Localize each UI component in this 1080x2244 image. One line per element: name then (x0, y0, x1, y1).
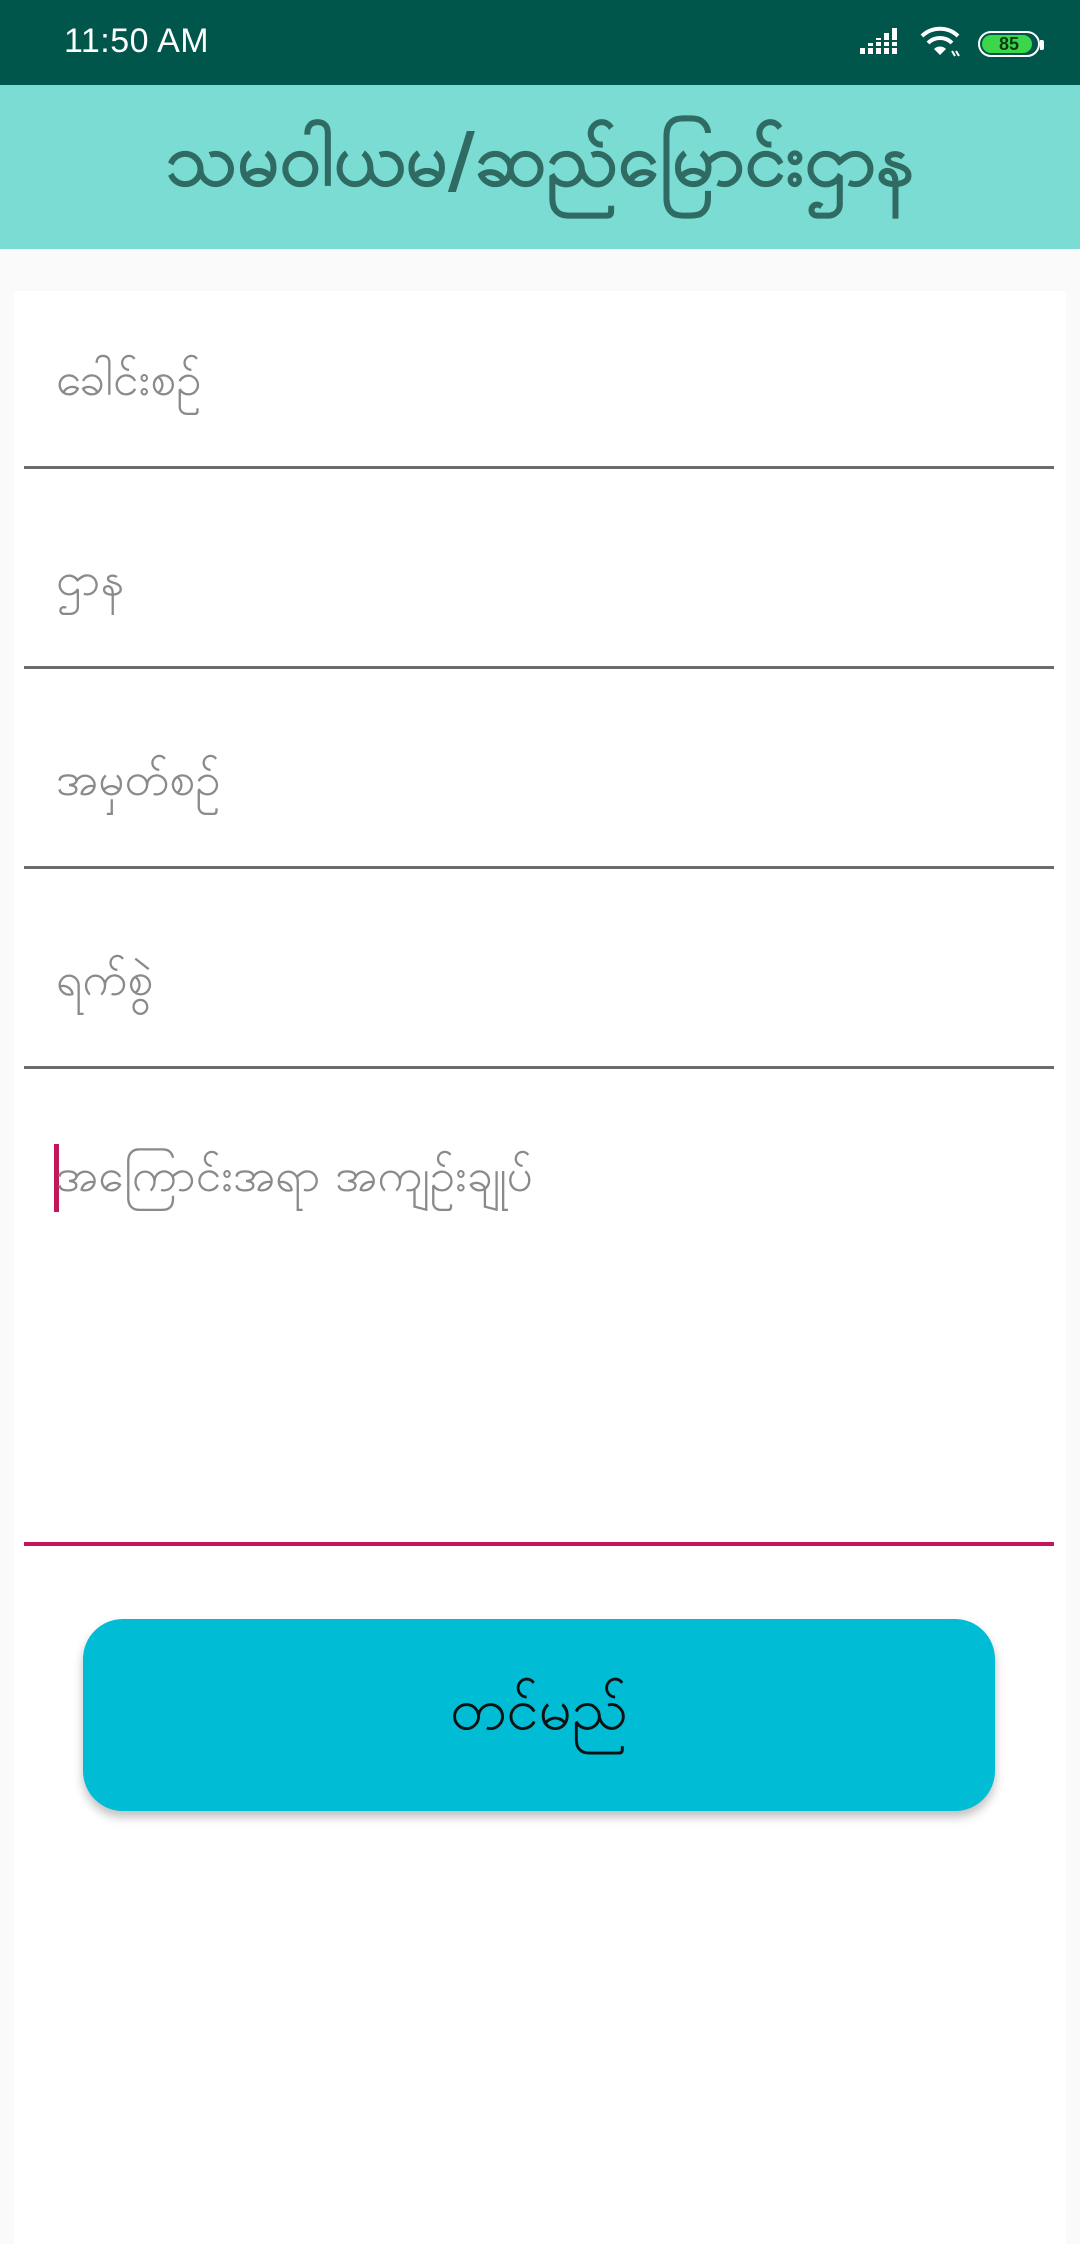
form-card: ခေါင်းစဉ် ဌာန အမှတ်စဉ် ရက်စွဲ အကြောင်းအရ… (14, 291, 1066, 2244)
battery-level: 85 (998, 33, 1020, 54)
submit-button-label: တင်မည် (450, 1674, 628, 1743)
app-header: သမဝါယမ/ဆည်မြောင်းဌာန (0, 85, 1080, 249)
status-bar: 11:50 AM 85 (0, 0, 1080, 85)
battery-icon: 85 (978, 31, 1044, 57)
page-title: သမဝါယမ/ဆည်မြောင်းဌာန (165, 116, 915, 203)
status-time: 11:50 AM (64, 22, 210, 60)
summary-field-placeholder: အကြောင်းအရာ အကျဉ်းချုပ် (56, 1148, 533, 1202)
department-field[interactable]: ဌာန (24, 469, 1054, 669)
signal-icon (858, 26, 902, 62)
summary-field[interactable]: အကြောင်းအရာ အကျဉ်းချုပ် (24, 1069, 1054, 1546)
serial-number-field[interactable]: အမှတ်စဉ် (24, 669, 1054, 869)
wifi-icon (918, 25, 962, 63)
date-field[interactable]: ရက်စွဲ (24, 869, 1054, 1069)
date-field-placeholder: ရက်စွဲ (56, 952, 154, 1006)
status-icons: 85 (858, 24, 1044, 64)
title-field-placeholder: ခေါင်းစဉ် (56, 352, 202, 406)
department-field-placeholder: ဌာန (56, 552, 125, 606)
serial-number-field-placeholder: အမှတ်စဉ် (56, 752, 221, 806)
title-field[interactable]: ခေါင်းစဉ် (24, 291, 1054, 469)
submit-button[interactable]: တင်မည် (83, 1619, 995, 1811)
